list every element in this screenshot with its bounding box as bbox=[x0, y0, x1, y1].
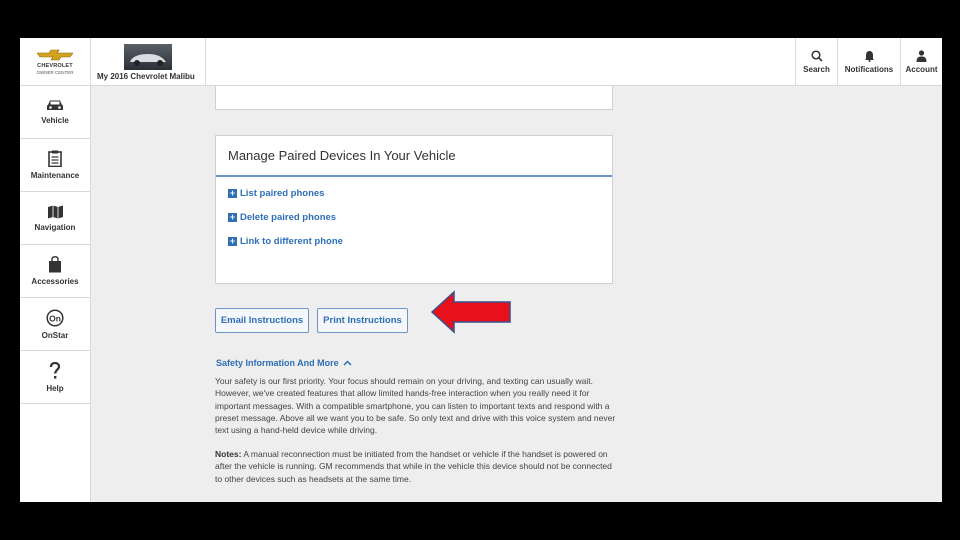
sidebar-item-maintenance[interactable]: Maintenance bbox=[20, 139, 90, 192]
previous-card bbox=[215, 86, 613, 110]
sidebar-item-label: Accessories bbox=[31, 277, 79, 286]
plus-icon: + bbox=[228, 236, 237, 246]
link-delete-paired-phones[interactable]: + Delete paired phones bbox=[228, 212, 336, 223]
card-title: Manage Paired Devices In Your Vehicle bbox=[216, 136, 612, 177]
safety-heading: Safety Information And More bbox=[216, 358, 339, 368]
plus-icon: + bbox=[228, 212, 237, 222]
question-icon bbox=[49, 361, 61, 379]
paired-devices-card: Manage Paired Devices In Your Vehicle + … bbox=[215, 135, 613, 284]
search-button[interactable]: Search bbox=[795, 38, 837, 86]
vehicle-name: My 2016 Chevrolet Malibu bbox=[97, 72, 195, 81]
notes-body: A manual reconnection must be initiated … bbox=[215, 449, 612, 484]
notes-label: Notes: bbox=[215, 449, 242, 459]
account-button[interactable]: Account bbox=[900, 38, 942, 86]
chevrolet-logo[interactable]: CHEVROLET OWNER CENTER bbox=[20, 38, 91, 86]
safety-text: Your safety is our first priority. Your … bbox=[215, 376, 616, 436]
sidebar-item-onstar[interactable]: On OnStar bbox=[20, 298, 90, 351]
sidebar-item-label: Help bbox=[46, 383, 64, 393]
brand-sub: OWNER CENTER bbox=[36, 69, 74, 75]
sidebar-item-help[interactable]: Help bbox=[20, 351, 90, 404]
onstar-icon: On bbox=[46, 308, 64, 327]
app-window: CHEVROLET OWNER CENTER My 2016 Chevrolet… bbox=[20, 38, 942, 502]
email-instructions-button[interactable]: Email Instructions bbox=[215, 308, 309, 333]
notes-text: Notes: A manual reconnection must be ini… bbox=[215, 448, 617, 485]
clipboard-icon bbox=[48, 150, 62, 167]
chevron-up-icon bbox=[343, 360, 352, 366]
link-different-phone[interactable]: + Link to different phone bbox=[228, 236, 343, 247]
sidebar-item-navigation[interactable]: Navigation bbox=[20, 192, 90, 245]
search-icon bbox=[810, 50, 823, 62]
sidebar-item-label: Navigation bbox=[34, 222, 76, 232]
link-label: Link to different phone bbox=[240, 236, 343, 247]
map-icon bbox=[47, 205, 63, 218]
bell-icon bbox=[864, 51, 874, 62]
svg-text:On: On bbox=[49, 313, 61, 323]
sidebar-item-vehicle[interactable]: Vehicle bbox=[20, 86, 90, 139]
sidebar-item-accessories[interactable]: Accessories bbox=[20, 245, 90, 298]
plus-icon: + bbox=[228, 188, 237, 198]
link-label: List paired phones bbox=[240, 188, 325, 199]
person-icon bbox=[916, 50, 927, 62]
print-instructions-button[interactable]: Print Instructions bbox=[317, 308, 408, 333]
sidebar: Vehicle Maintenance Navigation Accessori… bbox=[20, 86, 91, 502]
brand-name: CHEVROLET bbox=[37, 62, 73, 69]
bag-icon bbox=[49, 256, 61, 273]
notifications-button[interactable]: Notifications bbox=[837, 38, 900, 86]
sidebar-item-label: Maintenance bbox=[30, 171, 80, 180]
car-icon bbox=[47, 100, 63, 110]
bowtie-icon bbox=[37, 49, 73, 60]
vehicle-selector[interactable]: My 2016 Chevrolet Malibu bbox=[91, 38, 206, 86]
top-bar: CHEVROLET OWNER CENTER My 2016 Chevrolet… bbox=[20, 38, 942, 86]
red-arrow-annotation bbox=[430, 290, 511, 334]
sidebar-item-label: OnStar bbox=[41, 330, 69, 340]
link-label: Delete paired phones bbox=[240, 212, 337, 223]
link-list-paired-phones[interactable]: + List paired phones bbox=[228, 188, 324, 199]
notifications-label: Notifications bbox=[844, 65, 894, 74]
search-label: Search bbox=[803, 65, 830, 74]
safety-toggle[interactable]: Safety Information And More bbox=[216, 358, 352, 368]
sidebar-item-label: Vehicle bbox=[41, 116, 69, 125]
vehicle-image bbox=[124, 44, 172, 70]
account-label: Account bbox=[905, 65, 938, 74]
